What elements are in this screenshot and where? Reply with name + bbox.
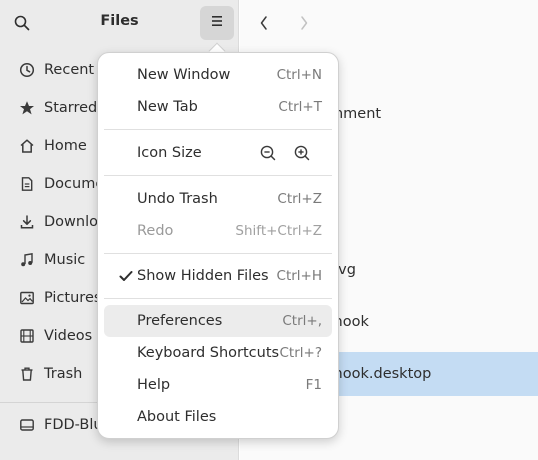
menu-item-help[interactable]: Help F1: [104, 369, 332, 401]
picture-icon: [18, 289, 36, 307]
home-icon: [18, 137, 36, 155]
menu-item-new-tab[interactable]: New Tab Ctrl+T: [104, 91, 332, 123]
menu-separator: [104, 129, 332, 130]
back-arrow-icon[interactable]: [258, 12, 270, 34]
sidebar-header: Files: [0, 0, 239, 46]
main-menu-popover: New Window Ctrl+N New Tab Ctrl+T Icon Si…: [97, 52, 339, 439]
menu-separator: [104, 298, 332, 299]
menu-item-preferences[interactable]: Preferences Ctrl+,: [104, 305, 332, 337]
menu-item-keyboard-shortcuts[interactable]: Keyboard Shortcuts Ctrl+?: [104, 337, 332, 369]
main-menu-button[interactable]: [200, 6, 234, 40]
document-icon: [18, 175, 36, 193]
menu-item-show-hidden-files[interactable]: Show Hidden Files Ctrl+H: [104, 260, 332, 292]
checkmark-icon: [118, 268, 134, 284]
trash-icon: [18, 365, 36, 383]
menu-separator: [104, 253, 332, 254]
menu-item-about-files[interactable]: About Files: [104, 401, 332, 433]
menu-item-undo-trash[interactable]: Undo Trash Ctrl+Z: [104, 183, 332, 215]
download-icon: [18, 213, 36, 231]
menu-item-icon-size: Icon Size: [104, 137, 332, 169]
zoom-out-icon[interactable]: [258, 143, 278, 163]
hamburger-icon: [210, 15, 224, 31]
drive-icon: [18, 416, 36, 434]
menu-item-new-window[interactable]: New Window Ctrl+N: [104, 59, 332, 91]
video-icon: [18, 327, 36, 345]
menu-separator: [104, 175, 332, 176]
zoom-in-icon[interactable]: [292, 143, 312, 163]
file-name: snook.desktop: [326, 366, 432, 382]
clock-icon: [18, 61, 36, 79]
forward-arrow-icon[interactable]: [298, 12, 310, 34]
menu-item-redo: Redo Shift+Ctrl+Z: [137, 223, 322, 239]
music-icon: [18, 251, 36, 269]
star-icon: [18, 99, 36, 117]
